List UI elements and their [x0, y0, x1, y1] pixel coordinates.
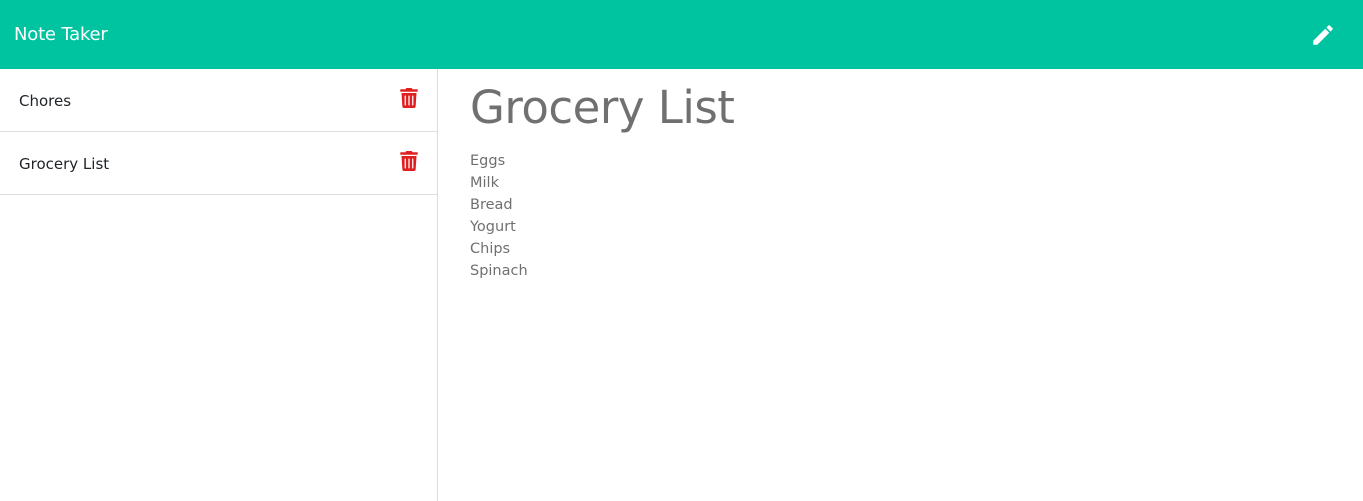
note-title: Grocery List	[19, 154, 110, 173]
trash-icon[interactable]	[400, 88, 418, 108]
note-title: Chores	[19, 91, 72, 110]
list-item[interactable]: Chores	[0, 69, 437, 132]
note-title-field[interactable]: Grocery List	[470, 81, 1330, 135]
new-note-button[interactable]	[1309, 21, 1337, 49]
list-item[interactable]: Grocery List	[0, 132, 437, 195]
note-text-area[interactable]: Eggs Milk Bread Yogurt Chips Spinach	[470, 150, 1330, 282]
trash-icon[interactable]	[400, 151, 418, 171]
navbar: Note Taker	[0, 0, 1363, 69]
pencil-icon	[1313, 24, 1333, 45]
app-title: Note Taker	[14, 24, 108, 45]
note-view: Grocery List Eggs Milk Bread Yogurt Chip…	[470, 69, 1330, 282]
note-list: Chores Grocery List	[0, 69, 438, 501]
